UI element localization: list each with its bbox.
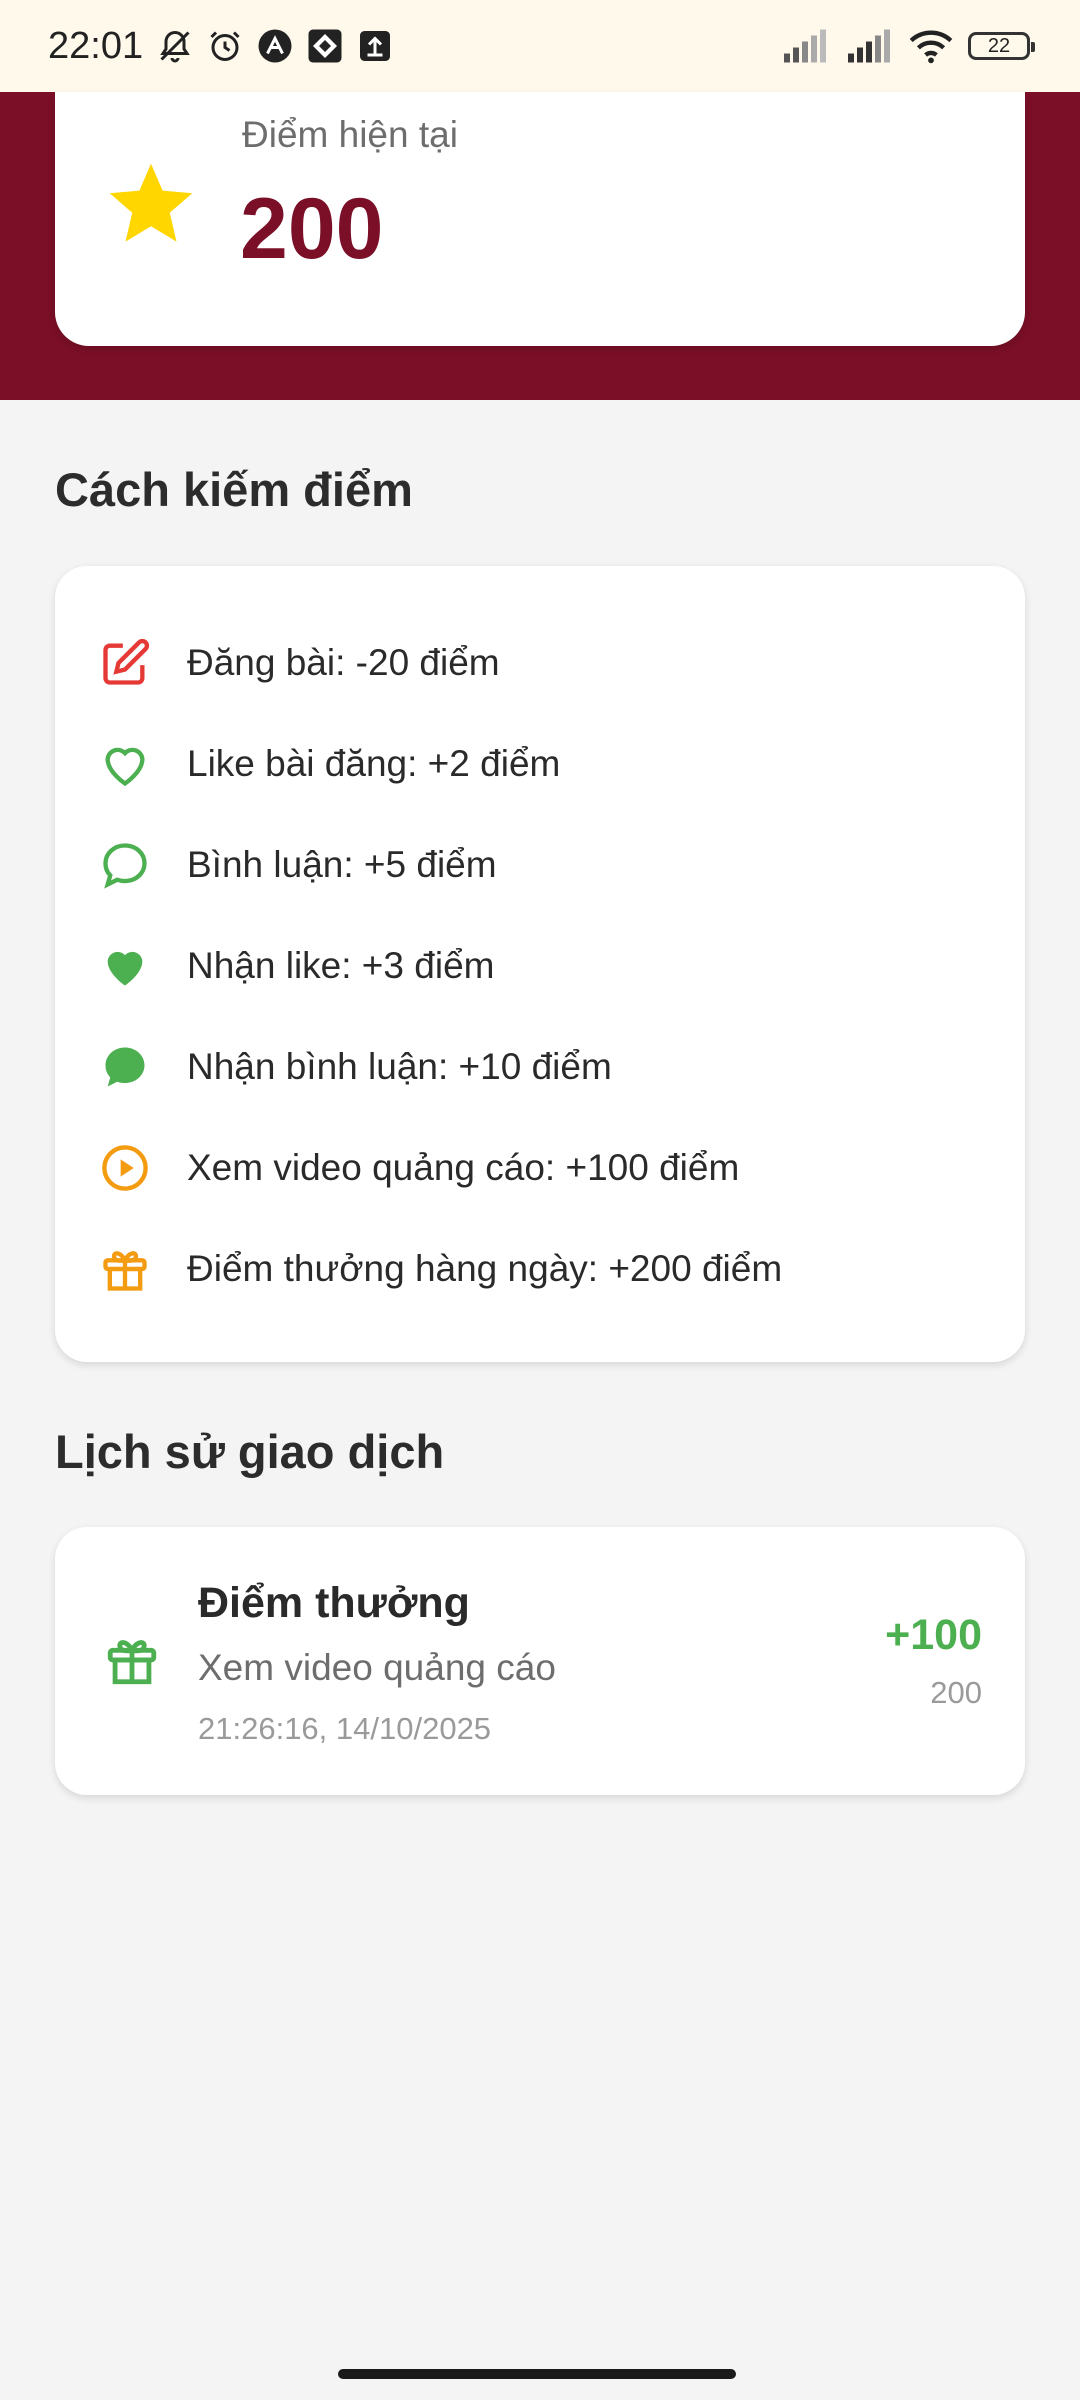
battery-icon: 22 — [968, 32, 1035, 60]
transaction-balance: 200 — [930, 1675, 982, 1710]
signal-icon — [780, 28, 830, 64]
transaction-amount: +100 — [885, 1611, 982, 1659]
upload-icon — [357, 28, 393, 64]
app-a-icon — [257, 28, 293, 64]
transaction-timestamp: 21:26:16, 14/10/2025 — [198, 1711, 492, 1746]
bell-off-icon — [157, 28, 193, 64]
current-points-card — [55, 92, 1025, 346]
earn-item-receive-like: Nhận like: +3 điểm — [55, 926, 1025, 1006]
wifi-icon — [908, 28, 954, 64]
status-left: 22:01 — [48, 25, 393, 68]
earn-item-label: Nhận bình luận: +10 điểm — [187, 1046, 612, 1087]
signal-icon — [844, 28, 894, 64]
status-bar: 22:01 22 — [0, 0, 1080, 92]
heart-outline-icon — [99, 738, 151, 790]
heart-filled-icon — [99, 940, 151, 992]
history-section-title: Lịch sử giao dịch — [55, 1425, 445, 1478]
earn-item-comment: Bình luận: +5 điểm — [55, 825, 1025, 905]
earn-item-post: Đăng bài: -20 điểm — [55, 623, 1025, 703]
status-right: 22 — [780, 28, 1035, 64]
play-circle-icon — [99, 1142, 151, 1194]
app-diamond-icon — [307, 28, 343, 64]
earn-item-watch-ad: Xem video quảng cáo: +100 điểm — [55, 1128, 1025, 1208]
transaction-item[interactable]: Điểm thưởng Xem video quảng cáo 21:26:16… — [55, 1527, 1025, 1795]
status-time: 22:01 — [48, 24, 144, 67]
gift-icon — [103, 1631, 161, 1689]
earn-item-receive-comment: Nhận bình luận: +10 điểm — [55, 1027, 1025, 1107]
earn-item-label: Nhận like: +3 điểm — [187, 945, 495, 986]
edit-icon — [99, 637, 151, 689]
comment-outline-icon — [99, 839, 151, 891]
home-indicator[interactable] — [338, 2369, 736, 2379]
earn-item-daily-bonus: Điểm thưởng hàng ngày: +200 điểm — [55, 1229, 1025, 1309]
earn-section-title: Cách kiếm điểm — [55, 463, 413, 516]
current-points-label: Điểm hiện tại — [242, 114, 458, 155]
alarm-icon — [207, 28, 243, 64]
star-icon — [106, 158, 196, 248]
earn-item-like: Like bài đăng: +2 điểm — [55, 724, 1025, 804]
transaction-description: Xem video quảng cáo — [198, 1647, 556, 1688]
comment-filled-icon — [99, 1041, 151, 1093]
earn-item-label: Xem video quảng cáo: +100 điểm — [187, 1147, 740, 1188]
earn-item-label: Bình luận: +5 điểm — [187, 844, 497, 885]
earn-item-label: Điểm thưởng hàng ngày: +200 điểm — [187, 1248, 783, 1289]
earn-item-label: Like bài đăng: +2 điểm — [187, 743, 561, 784]
earn-points-card: Đăng bài: -20 điểm Like bài đăng: +2 điể… — [55, 566, 1025, 1362]
gift-icon — [99, 1243, 151, 1295]
transaction-title: Điểm thưởng — [198, 1579, 470, 1627]
earn-item-label: Đăng bài: -20 điểm — [187, 642, 500, 683]
current-points-value: 200 — [240, 181, 384, 277]
